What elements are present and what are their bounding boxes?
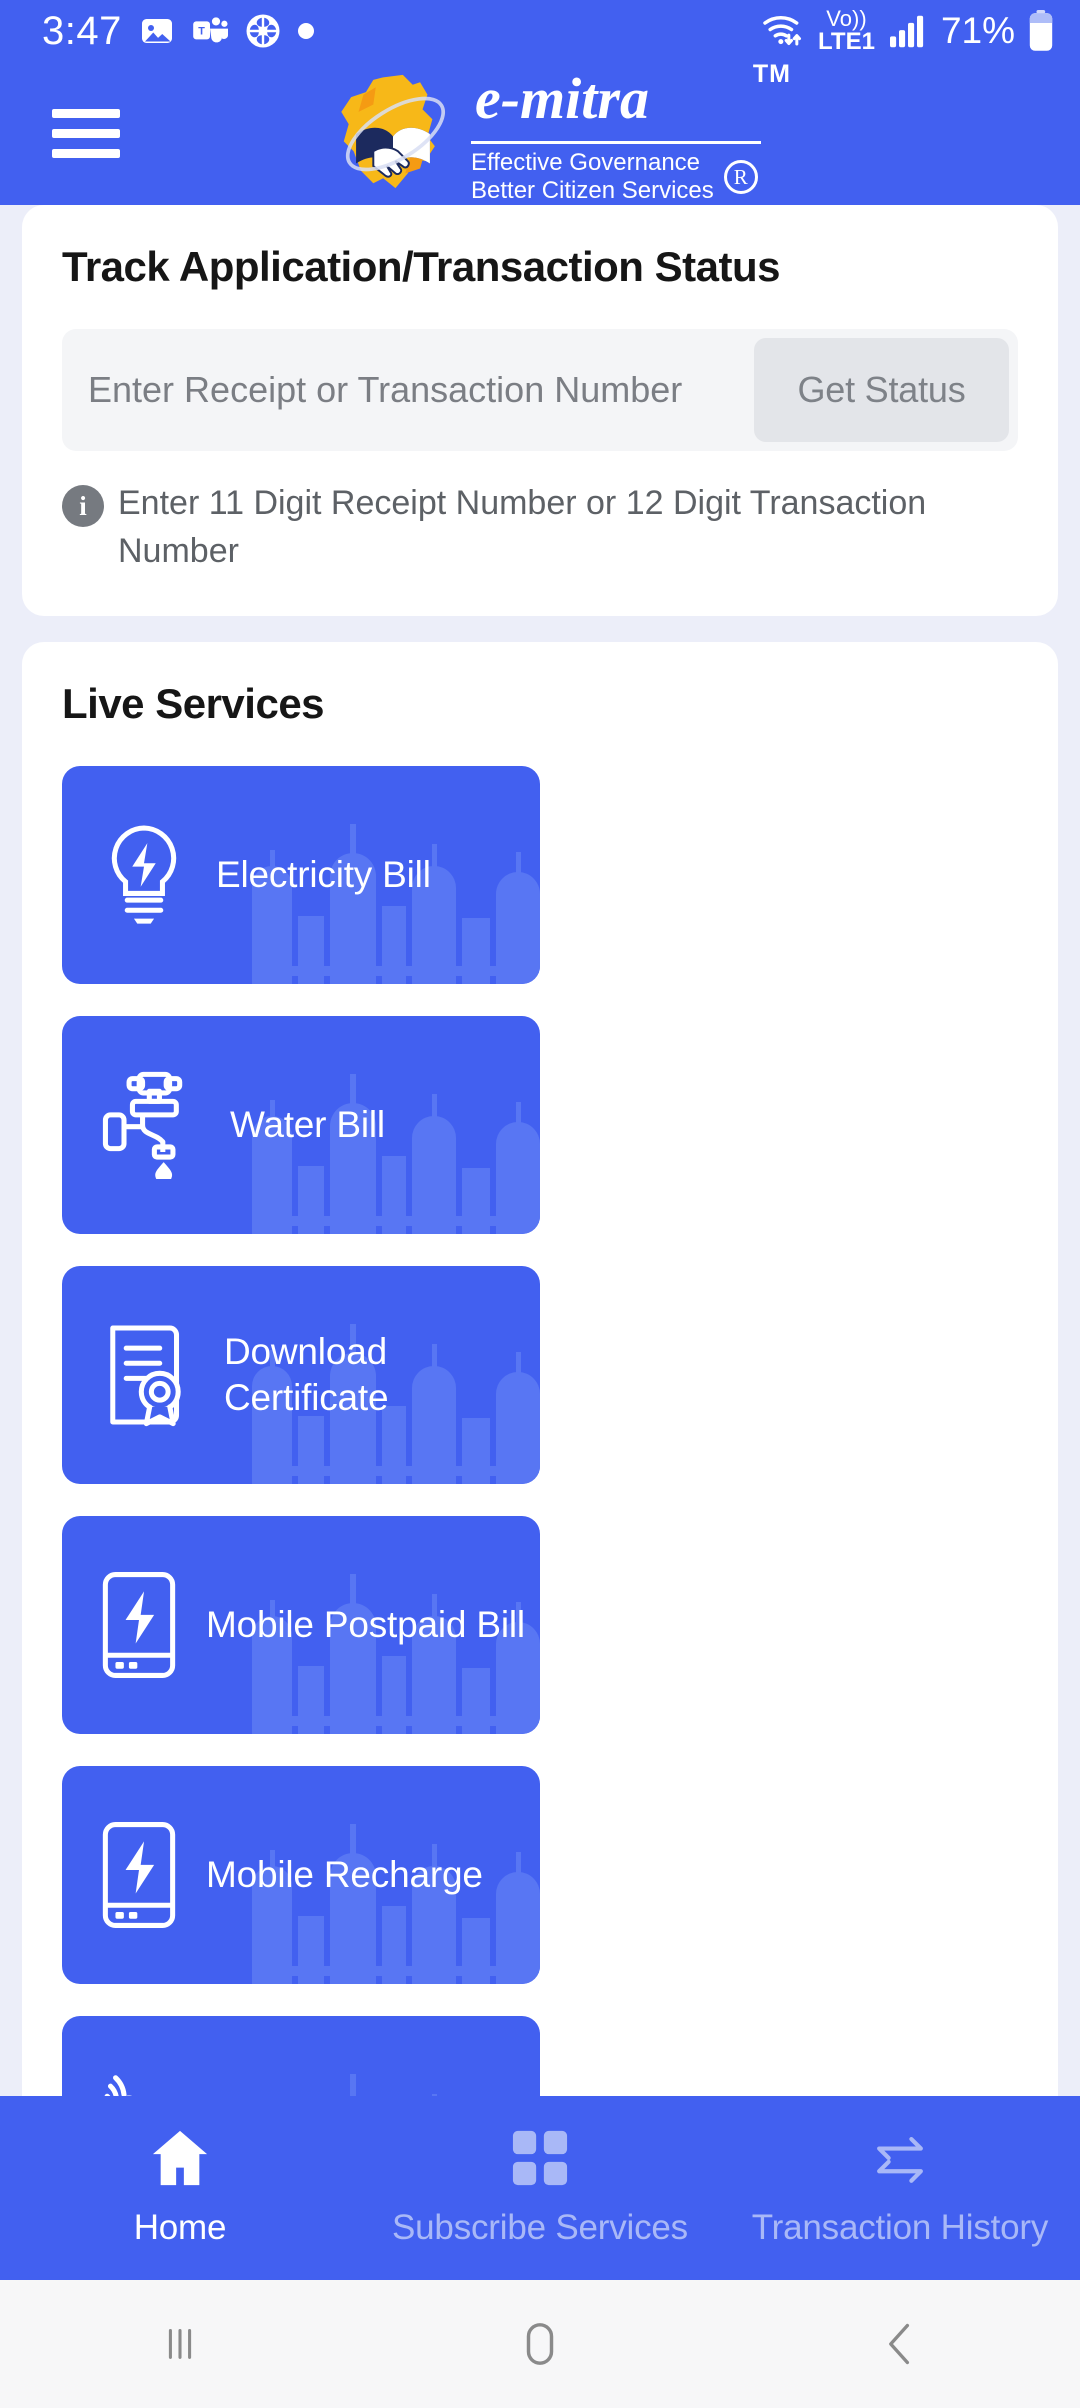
live-services-grid: Electricity Bill Water Bill Download Cer… <box>62 765 1018 2096</box>
bulb-bolt-icon <box>102 823 186 927</box>
battery-percent-label: 71% <box>940 10 1015 51</box>
status-bar-right: Vo)) LTE1 71% <box>761 8 1054 54</box>
service-tile-label: Mobile Postpaid Bill <box>206 1603 525 1645</box>
volte-label: Vo)) <box>826 6 867 31</box>
nav-item-label: Transaction History <box>751 2207 1049 2247</box>
track-hint: i Enter 11 Digit Receipt Number or 12 Di… <box>62 479 1018 576</box>
wifi-icon <box>761 11 805 51</box>
service-tile-dth-recharge[interactable]: DTH Recharge <box>62 2015 540 2096</box>
home-icon <box>149 2129 211 2192</box>
home-pill-icon[interactable] <box>360 2319 720 2369</box>
volte-icon: Vo)) LTE1 <box>818 8 875 54</box>
tagline-line-1: Effective Governance <box>471 149 701 177</box>
service-tile-mobile-postpaid-bill[interactable]: Mobile Postpaid Bill <box>62 1515 540 1734</box>
tagline-line-2: Better Citizen Services <box>471 177 714 204</box>
info-icon: i <box>62 485 104 527</box>
status-bar-left: 3:47 T <box>42 9 761 54</box>
nav-item-transaction-history[interactable]: Transaction History <box>720 2129 1080 2248</box>
phone-bolt-icon <box>102 1821 176 1929</box>
brand-tagline: Effective Governance Better Citizen Serv… <box>471 141 761 205</box>
track-status-title: Track Application/Transaction Status <box>62 243 780 290</box>
brand-logo: e-mitra TM Effective Governance Better C… <box>0 60 1080 205</box>
service-tile-label: Download Certificate <box>224 1331 389 1418</box>
emitra-emblem-icon <box>341 74 446 188</box>
status-bar: 3:47 T Vo)) LTE1 71% <box>0 0 1080 62</box>
status-bar-clock: 3:47 <box>42 8 122 53</box>
certificate-icon <box>102 1323 194 1427</box>
svg-text:e-mitra: e-mitra <box>475 66 649 131</box>
scroll-content[interactable]: Track Application/Transaction Status Get… <box>0 205 1080 2096</box>
volte-sub: LTE1 <box>818 28 875 55</box>
service-tile-download-certificate[interactable]: Download Certificate <box>62 1265 540 1484</box>
gallery-icon <box>139 13 175 49</box>
service-tile-label: Water Bill <box>230 1103 385 1145</box>
water-tap-icon <box>102 1071 200 1179</box>
bottom-navigation: Home Subscribe Services Transaction Hist… <box>0 2096 1080 2280</box>
satellite-dish-icon <box>102 2071 200 2096</box>
service-tile-label: Mobile Recharge <box>206 1853 483 1895</box>
emitra-wordmark: e-mitra <box>475 66 649 131</box>
service-tile-label: Electricity Bill <box>216 853 431 895</box>
nav-item-home[interactable]: Home <box>0 2129 360 2248</box>
nav-item-subscribe-services[interactable]: Subscribe Services <box>360 2129 720 2248</box>
dot-icon <box>297 23 314 39</box>
recents-icon[interactable] <box>0 2321 360 2367</box>
trademark-label: TM <box>752 60 791 89</box>
nav-item-label: Home <box>133 2207 227 2247</box>
track-search-row: Get Status <box>62 329 1018 451</box>
nav-item-label: Subscribe Services <box>392 2207 688 2247</box>
service-tile-electricity-bill[interactable]: Electricity Bill <box>62 765 540 984</box>
receipt-number-input[interactable] <box>88 369 754 411</box>
app-header: e-mitra TM Effective Governance Better C… <box>0 60 1080 205</box>
battery-icon <box>1028 10 1054 52</box>
exchange-arrows-icon <box>864 2129 936 2192</box>
registered-mark-icon: R <box>723 160 758 194</box>
grid-squares-icon <box>511 2129 569 2192</box>
track-status-card: Track Application/Transaction Status Get… <box>22 205 1058 616</box>
microsoft-teams-icon: T <box>192 14 228 48</box>
service-tile-mobile-recharge[interactable]: Mobile Recharge <box>62 1765 540 1984</box>
back-chevron-icon[interactable] <box>720 2320 1080 2368</box>
android-system-navigation <box>0 2280 1080 2408</box>
service-tile-water-bill[interactable]: Water Bill <box>62 1015 540 1234</box>
svg-text:T: T <box>198 26 205 38</box>
get-status-button[interactable]: Get Status <box>754 338 1009 442</box>
live-services-title: Live Services <box>62 679 325 727</box>
app-screen: 3:47 T Vo)) LTE1 71% e-mitra TM Effectiv… <box>0 0 1080 2408</box>
phone-bolt-icon <box>102 1571 176 1679</box>
hamburger-menu-icon[interactable] <box>52 109 120 158</box>
live-services-card: Live Services Electricity Bill Water Bil… <box>22 641 1058 2096</box>
clover-icon <box>245 13 281 49</box>
signal-icon <box>888 13 928 49</box>
track-hint-text: Enter 11 Digit Receipt Number or 12 Digi… <box>118 484 927 571</box>
